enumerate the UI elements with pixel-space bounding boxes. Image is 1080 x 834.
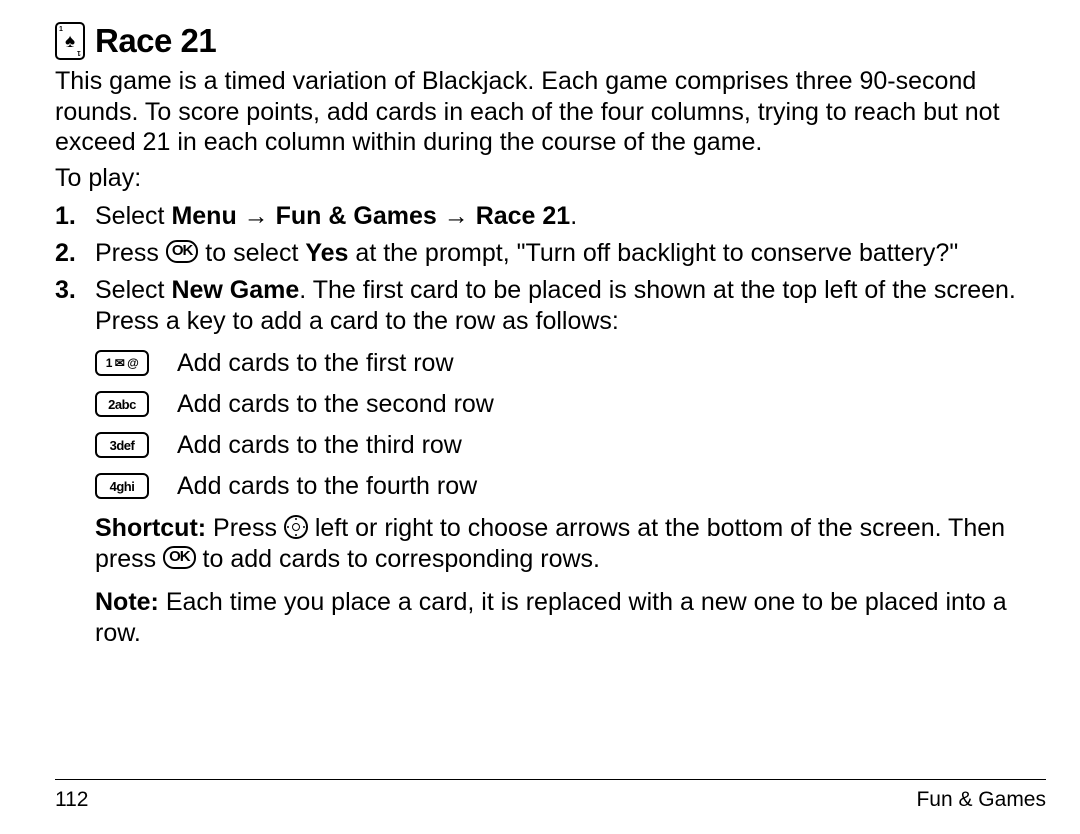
step-number: 3. xyxy=(55,275,76,306)
shortcut-text: Press xyxy=(213,514,284,542)
spade-card-icon: 1 ♠ 1 xyxy=(55,22,85,60)
ok-key-icon: OK xyxy=(166,240,199,263)
shortcut-paragraph: Shortcut: Press left or right to choose … xyxy=(55,513,1046,575)
section-name: Fun & Games xyxy=(916,788,1046,812)
step-text: Select xyxy=(95,276,171,304)
section-heading: 1 ♠ 1 Race 21 xyxy=(55,22,1046,60)
step-1: 1. Select Menu → Fun & Games → Race 21. xyxy=(95,201,1046,232)
key-1-desc: Add cards to the first row xyxy=(177,349,454,378)
step-text: . xyxy=(570,202,577,230)
menu-label: Menu xyxy=(171,202,236,230)
to-play-label: To play: xyxy=(55,164,1046,193)
ok-key-icon: OK xyxy=(163,546,196,569)
step-text: Press xyxy=(95,239,166,267)
heading-title: Race 21 xyxy=(95,22,216,60)
key-mapping-table: 1 ✉ @ Add cards to the first row 2abc Ad… xyxy=(95,349,1046,501)
step-number: 2. xyxy=(55,238,76,269)
key-2-icon: 2abc xyxy=(95,391,149,417)
manual-page: 1 ♠ 1 Race 21 This game is a timed varia… xyxy=(0,0,1080,834)
key-row-4: 4ghi Add cards to the fourth row xyxy=(95,472,1046,501)
step-3: 3. Select New Game. The first card to be… xyxy=(95,275,1046,337)
intro-paragraph: This game is a timed variation of Blackj… xyxy=(55,66,1046,158)
note-text: Each time you place a card, it is replac… xyxy=(95,588,1007,647)
page-number: 112 xyxy=(55,788,88,812)
key-row-2: 2abc Add cards to the second row xyxy=(95,390,1046,419)
arrow-icon: → xyxy=(437,202,476,230)
key-4-icon: 4ghi xyxy=(95,473,149,499)
shortcut-label: Shortcut: xyxy=(95,514,213,542)
key-row-3: 3def Add cards to the third row xyxy=(95,431,1046,460)
fun-games-label: Fun & Games xyxy=(276,202,437,230)
race21-label: Race 21 xyxy=(476,202,571,230)
page-footer: 112 Fun & Games xyxy=(55,779,1046,812)
key-3-desc: Add cards to the third row xyxy=(177,431,462,460)
key-4-desc: Add cards to the fourth row xyxy=(177,472,477,501)
step-text: Select xyxy=(95,202,171,230)
arrow-icon: → xyxy=(237,202,276,230)
key-2-desc: Add cards to the second row xyxy=(177,390,494,419)
yes-label: Yes xyxy=(305,239,348,267)
step-2: 2. Press OK to select Yes at the prompt,… xyxy=(95,238,1046,269)
step-text: at the prompt, "Turn off backlight to co… xyxy=(348,239,958,267)
key-row-1: 1 ✉ @ Add cards to the first row xyxy=(95,349,1046,378)
note-label: Note: xyxy=(95,588,166,616)
nav-key-icon xyxy=(284,515,308,539)
new-game-label: New Game xyxy=(171,276,299,304)
key-1-icon: 1 ✉ @ xyxy=(95,350,149,376)
steps-list: 1. Select Menu → Fun & Games → Race 21. … xyxy=(55,201,1046,337)
note-paragraph: Note: Each time you place a card, it is … xyxy=(55,587,1046,649)
step-text: to select xyxy=(198,239,305,267)
shortcut-text: to add cards to corresponding rows. xyxy=(196,545,600,573)
step-number: 1. xyxy=(55,201,76,232)
key-3-icon: 3def xyxy=(95,432,149,458)
